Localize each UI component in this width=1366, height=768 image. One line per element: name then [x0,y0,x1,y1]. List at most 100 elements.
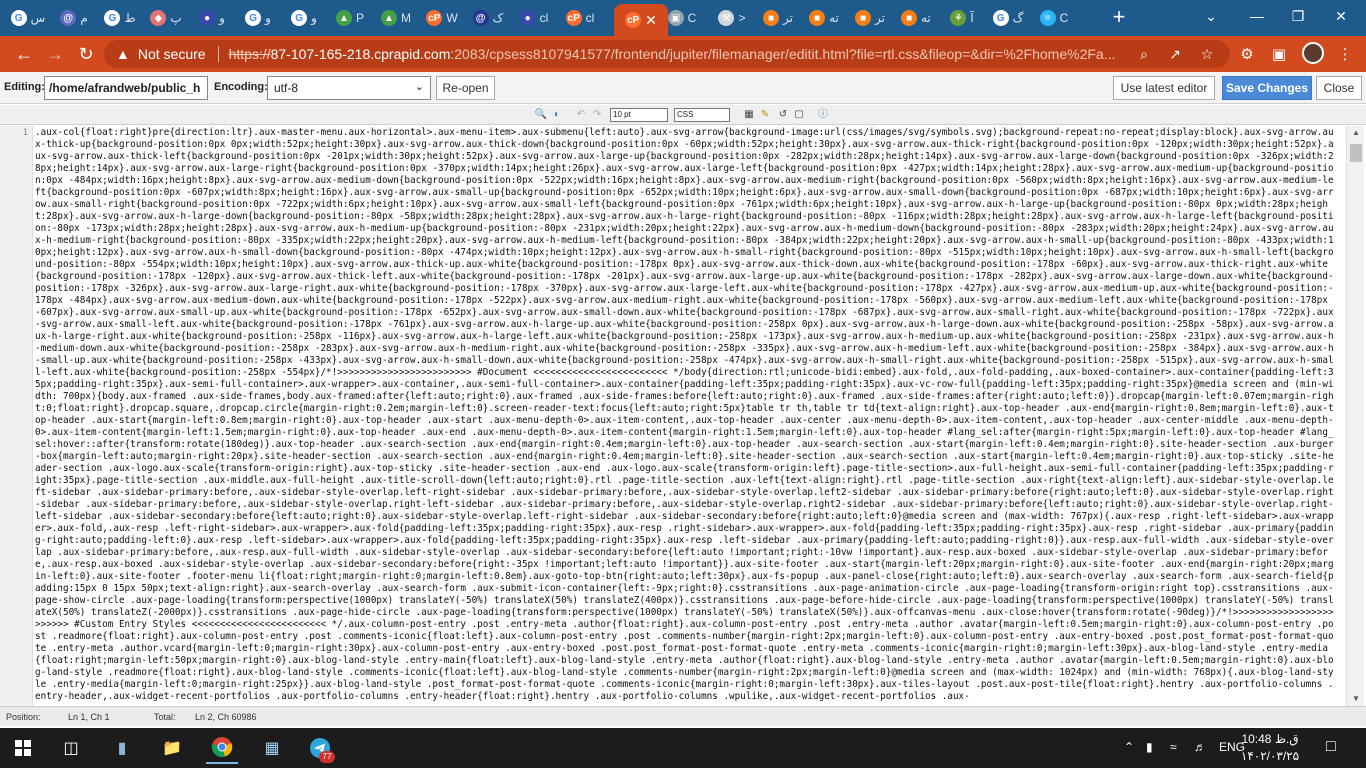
notifications-icon[interactable]: □ [1326,738,1336,756]
atom-icon: ⚛ [1039,10,1056,26]
syntax-select[interactable]: CSS [674,108,730,122]
help-icon[interactable]: ⓘ [816,108,830,122]
browser-tab[interactable]: @ م [54,4,94,32]
browser-tab[interactable]: @ ک [468,4,508,32]
browser-tab[interactable]: ⚘ آ [942,4,982,32]
font-size-select[interactable]: 10 pt [610,108,668,122]
browser-tab[interactable]: ▣ C [662,4,702,32]
zoom-icon[interactable]: ⌕ [1133,43,1155,65]
clock-date: ۱۴۰۲/۰۳/۲۵ [1240,749,1300,763]
vertical-scrollbar[interactable]: ▲ ▼ [1346,126,1364,706]
volume-icon[interactable]: ♬ [1194,740,1206,754]
code-text[interactable]: .aux-col{float:right}pre{direction:ltr}.… [35,126,1335,706]
browser-tab[interactable]: ⚛ C [1034,4,1074,32]
browser-tab-active[interactable]: cP ✕ [614,4,668,36]
tray-chevron-icon[interactable]: ⌃ [1124,740,1134,754]
scroll-down-icon[interactable]: ▼ [1347,692,1365,706]
search-icon[interactable]: 🔍 [534,108,548,122]
back-icon[interactable]: ← [12,42,36,66]
browser-tab[interactable]: ■ تر [850,4,890,32]
google-icon: G [104,10,121,26]
browser-tab[interactable]: cP cl [560,4,600,32]
windows-taskbar: ◫ ▮ 📁 ▦ ⌃ ▮ ≈ ♬ ENG 10:48 ق.ظ ۱۴۰۲/۰۳/۲۵… [0,728,1366,768]
tab-label: س [30,11,46,25]
font-size-value: 10 pt [613,110,631,119]
encoding-select[interactable]: utf-8 ⌄ [267,76,431,100]
brand-icon: ■ [855,10,872,26]
tab-label: W [446,11,458,25]
close-tab-icon[interactable]: ✕ [645,12,657,29]
code-editor[interactable]: 1 .aux-col{float:right}pre{direction:ltr… [0,126,1346,706]
forward-icon[interactable]: → [43,42,67,66]
browser-tab[interactable]: ■ ته [896,4,936,32]
brand-icon: ■ [809,10,826,26]
browser-tab[interactable]: ● cl [514,4,554,32]
tab-label: cl [585,11,595,25]
reopen-button[interactable]: Re-open [436,76,495,100]
browser-tab[interactable]: ■ تر [758,4,798,32]
tab-label: و [265,11,271,25]
close-window-button[interactable]: ✕ [1326,4,1356,28]
browser-tab[interactable]: ▲ M [376,4,416,32]
address-toolbar: ← → ↻ ▲ Not secure https:// 87-107-165-2… [0,36,1366,72]
tab-label: آ [970,11,974,25]
google-icon: G [291,10,308,26]
file-explorer-icon[interactable]: 📁 [156,732,188,764]
browser-tab[interactable]: Gط [100,4,140,32]
goto-icon[interactable]: ◐ [550,108,564,122]
browser-tab[interactable]: ◆ پ [146,4,186,32]
tab-search-button[interactable]: ⌄ [1196,4,1226,28]
windows-start-icon[interactable] [7,732,39,764]
browser-tab[interactable]: ▲ P [330,4,370,32]
address-input[interactable]: ▲ Not secure https:// 87-107-165-218.cpr… [104,40,1230,68]
close-button[interactable]: Close [1316,76,1362,100]
app-icon[interactable]: ▮ [106,732,138,764]
scroll-up-icon[interactable]: ▲ [1347,126,1365,140]
clock[interactable]: 10:48 ق.ظ ۱۴۰۲/۰۳/۲۵ [1228,731,1312,765]
tab-label: > [738,11,746,25]
browser-tab[interactable]: Gس [8,4,48,32]
browser-tab[interactable]: ● و [192,4,232,32]
tab-label: M [401,11,411,25]
battery-icon[interactable]: ▮ [1146,740,1153,754]
browser-tab[interactable]: ■ ته [804,4,844,32]
highlight-icon[interactable]: ▦ [742,108,756,122]
redo-icon[interactable]: ↷ [590,108,604,122]
profile-avatar[interactable] [1302,42,1324,64]
minimize-button[interactable]: — [1242,4,1272,28]
tab-label: ته [829,11,839,25]
save-changes-button[interactable]: Save Changes [1222,76,1312,100]
reload-icon[interactable]: ↻ [74,42,98,66]
menu-icon[interactable]: ⋮ [1334,44,1356,66]
browser-tab[interactable]: ⚒ > [712,4,752,32]
toggle-highlight-icon[interactable]: ✎ [758,108,772,122]
use-latest-editor-button[interactable]: Use latest editor [1113,76,1215,100]
sidebar-icon[interactable]: ▣ [1268,44,1290,66]
fullscreen-icon[interactable]: ▢ [792,108,806,122]
task-view-icon[interactable]: ◫ [55,732,87,764]
url-host: 87-107-165-218.cprapid.com [270,46,451,62]
chrome-icon[interactable] [206,732,238,764]
not-secure-label[interactable]: Not secure [138,46,206,62]
wifi-icon[interactable]: ≈ [1170,740,1177,754]
browser-tab[interactable]: Gو [238,4,278,32]
editor-icon-strip: 🔍 ◐ ↶ ↷ 10 pt CSS ▦ ✎ ↺ ▢ ⓘ [0,105,1366,125]
browser-tab[interactable]: Gگ [988,4,1028,32]
encoding-value: utf-8 [274,81,299,95]
unread-badge: 77 [319,751,335,763]
undo-icon[interactable]: ↶ [574,108,588,122]
extensions-icon[interactable]: ⚙ [1236,44,1258,66]
share-icon[interactable]: ↗ [1164,43,1186,65]
control-panel-icon[interactable]: ▦ [256,732,288,764]
bookmark-star-icon[interactable]: ☆ [1196,43,1218,65]
tab-label: P [355,11,364,25]
maximize-button[interactable]: ❐ [1283,4,1313,28]
position-label: Position: [6,712,41,722]
new-tab-button[interactable]: + [1107,6,1131,30]
scroll-thumb[interactable] [1350,144,1362,162]
reset-icon[interactable]: ↺ [776,108,790,122]
tab-label: ته [921,11,931,25]
file-path-input[interactable] [44,76,208,100]
browser-tab[interactable]: Gو [284,4,324,32]
browser-tab[interactable]: cP W [422,4,462,32]
